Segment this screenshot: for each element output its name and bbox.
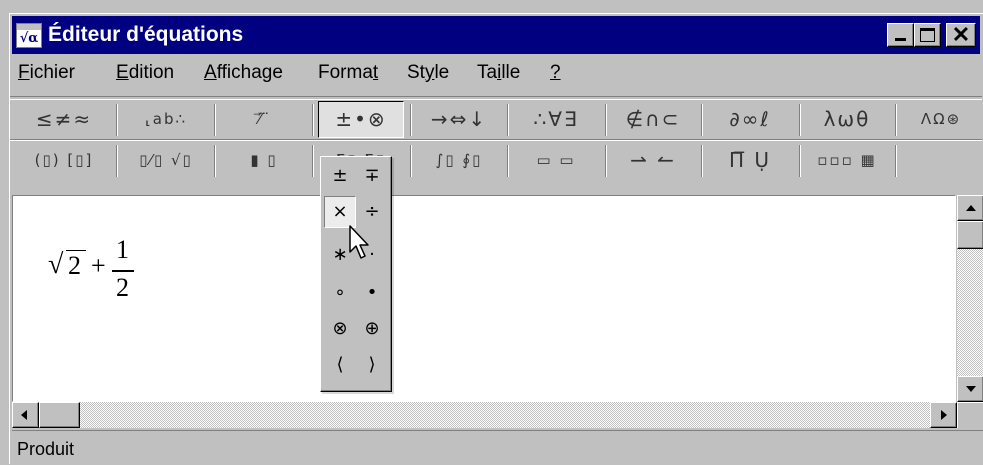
- radicand: 2: [68, 251, 81, 280]
- menu-edition[interactable]: Edition: [116, 62, 174, 84]
- title-bar[interactable]: √α Éditeur d'équations ✕: [12, 16, 980, 54]
- horizontal-scrollbar[interactable]: [12, 402, 957, 428]
- close-button[interactable]: ✕: [946, 23, 976, 47]
- palette-integral-templates[interactable]: ∫▯ ∮▯: [416, 142, 502, 179]
- symbol-right-angle[interactable]: ⟩: [356, 349, 388, 381]
- palette-spaces-ellipses[interactable]: ⸤ab∴: [124, 101, 208, 138]
- arrow-up-icon: [966, 205, 976, 211]
- menu-affichage[interactable]: Affichage: [204, 62, 283, 84]
- symbol-minus-plus[interactable]: ∓: [356, 160, 388, 192]
- size-grip[interactable]: [957, 402, 983, 428]
- minimize-button[interactable]: [887, 23, 914, 47]
- vertical-scroll-thumb[interactable]: [957, 221, 983, 249]
- palette-operator-symbols[interactable]: ±•⊗: [318, 101, 404, 138]
- fraction-numerator: 1: [116, 235, 129, 264]
- palette-arrow-symbols[interactable]: →⇔↓: [416, 101, 502, 138]
- palette-fraction-radical-templates[interactable]: ▯⁄▯ √▯: [124, 142, 208, 179]
- palette-greek-lowercase[interactable]: λωθ: [805, 101, 889, 138]
- symbol-left-angle[interactable]: ⟨: [324, 349, 356, 381]
- plus-operator: +: [91, 251, 106, 280]
- operator-symbols-dropdown: ± ∓ × ÷ ∗ · ∘ • ⊗ ⊕ ⟨ ⟩: [320, 156, 392, 392]
- status-text: Produit: [17, 439, 75, 459]
- window-title: Éditeur d'équations: [48, 23, 244, 46]
- maximize-icon: [920, 28, 935, 42]
- vertical-scrollbar[interactable]: [957, 195, 983, 402]
- radical-sign: √: [48, 249, 64, 280]
- scroll-up-button[interactable]: [957, 195, 983, 221]
- symbol-ring[interactable]: ∘: [324, 277, 356, 309]
- palette-relational-symbols[interactable]: ≤≠≈: [18, 101, 110, 138]
- menu-style[interactable]: Style: [407, 62, 449, 84]
- symbol-circled-plus[interactable]: ⊕: [356, 313, 388, 345]
- palette-separator: [10, 139, 982, 141]
- symbol-bullet[interactable]: •: [356, 277, 388, 309]
- arrow-down-icon: [966, 386, 976, 392]
- equation-document[interactable]: √ 2 + 1 2: [12, 195, 956, 402]
- palette-product-templates[interactable]: Π̅ Ụ: [707, 142, 793, 179]
- palette-greek-uppercase[interactable]: ΛΩ⊛: [901, 101, 981, 138]
- fraction-denominator: 2: [116, 273, 129, 302]
- scroll-down-button[interactable]: [957, 376, 983, 402]
- scroll-right-button[interactable]: [930, 402, 957, 428]
- menu-taille[interactable]: Taille: [477, 62, 520, 84]
- scroll-left-button[interactable]: [12, 402, 39, 428]
- menu-format[interactable]: Format: [318, 62, 378, 84]
- app-icon: √α: [16, 23, 42, 48]
- arrow-left-icon: [21, 410, 27, 420]
- menu-fichier[interactable]: Fichier: [18, 62, 75, 84]
- equation-editor-window: √α Éditeur d'équations ✕ Fichier Edition…: [9, 13, 983, 465]
- palette-set-theory-symbols[interactable]: ∉∩⊂: [611, 101, 695, 138]
- symbol-palette-row: ≤≠≈ ⸤ab∴ ⁄⃗ ⃛ ±•⊗ →⇔↓ ∴∀∃ ∉∩⊂ ∂∞ℓ λωθ ΛΩ…: [12, 101, 982, 139]
- palette-matrix-templates[interactable]: ▫▫▫ ▦: [805, 142, 889, 179]
- palette-misc-symbols[interactable]: ∂∞ℓ: [707, 101, 793, 138]
- arrow-right-icon: [941, 410, 947, 420]
- palette-fence-templates[interactable]: (▯) [▯]: [18, 142, 110, 179]
- mouse-pointer-icon: [349, 225, 369, 259]
- minimize-icon: [895, 38, 906, 41]
- palette-logical-symbols[interactable]: ∴∀∃: [513, 101, 599, 138]
- menu-help[interactable]: ?: [550, 62, 561, 84]
- menu-separator: [10, 96, 982, 100]
- maximize-button[interactable]: [914, 23, 941, 47]
- palette-bar-templates[interactable]: ▭ ▭: [513, 142, 599, 179]
- palette-labeled-arrow-templates[interactable]: ⇀ ↼: [611, 142, 695, 179]
- fraction-bar: [112, 270, 134, 272]
- close-icon: ✕: [951, 22, 971, 47]
- horizontal-scroll-thumb[interactable]: [39, 402, 80, 428]
- template-palette-row: (▯) [▯] ▯⁄▯ √▯ ▮ ▯ Σ▯ Σ▯ ∫▯ ∮▯ ▭ ▭ ⇀ ↼ Π…: [12, 142, 982, 180]
- palette-embellishments[interactable]: ⁄⃗ ⃛: [222, 101, 306, 138]
- palette-script-templates[interactable]: ▮ ▯: [222, 142, 306, 179]
- symbol-circled-times[interactable]: ⊗: [324, 313, 356, 345]
- symbol-plus-minus[interactable]: ±: [324, 160, 356, 192]
- status-bar: Produit: [12, 430, 983, 465]
